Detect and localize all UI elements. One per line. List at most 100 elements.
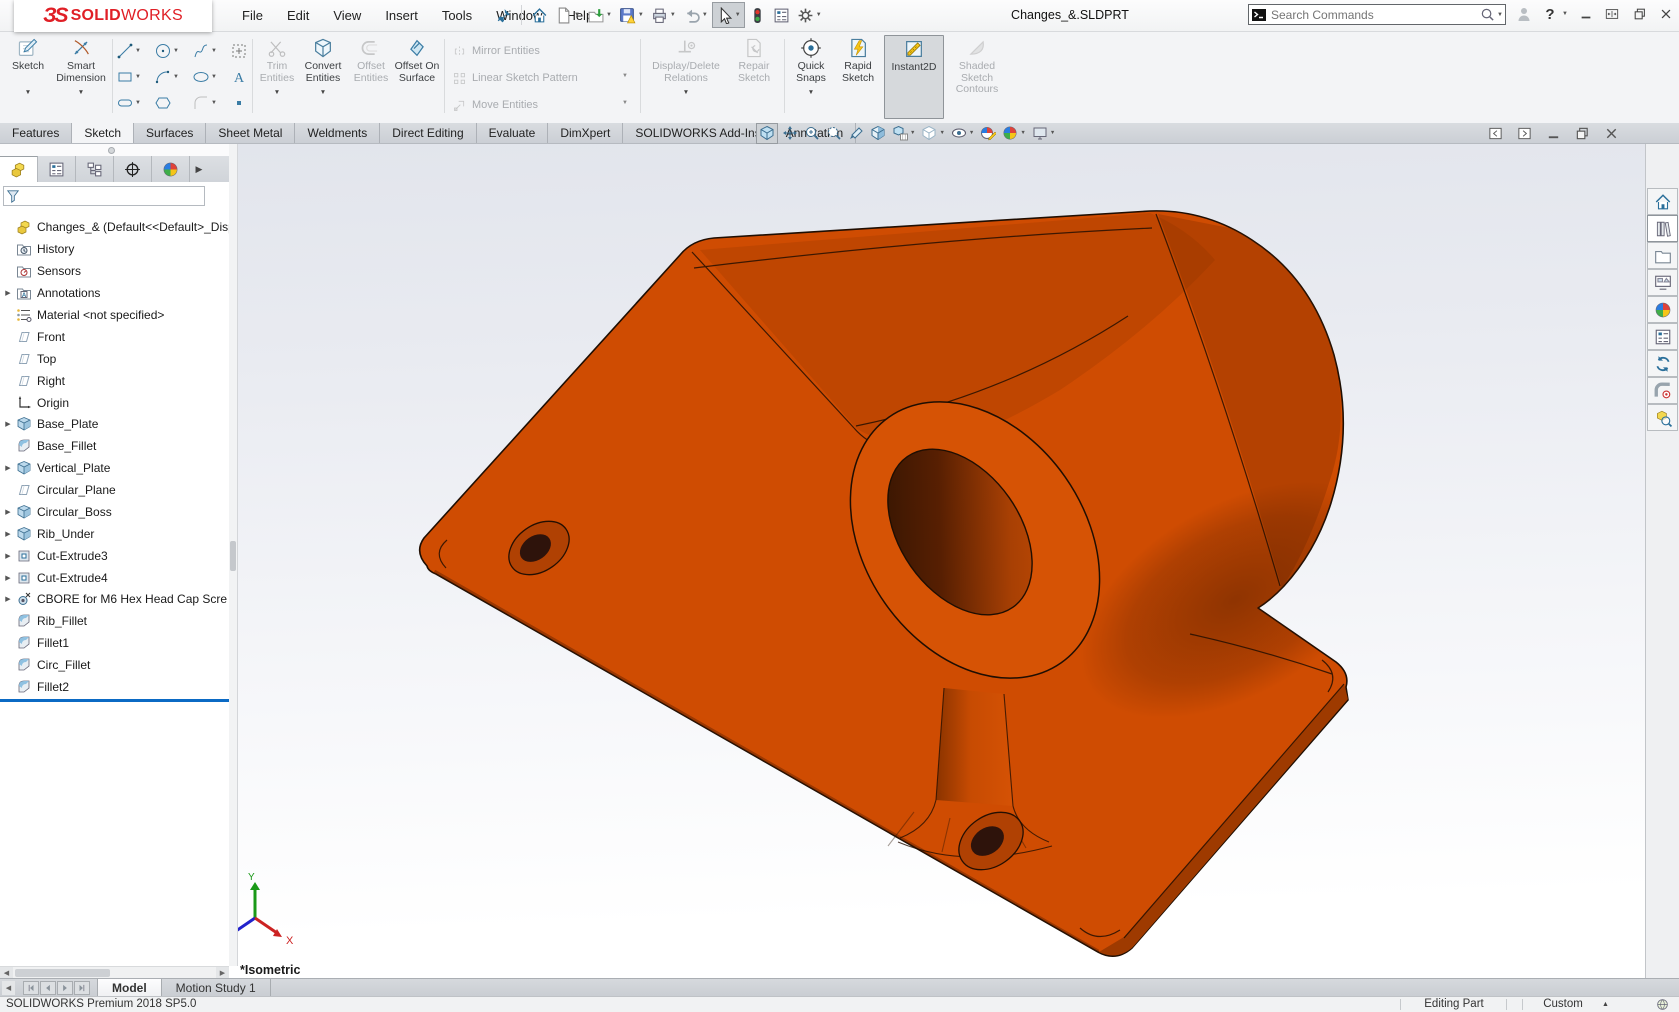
task-pane-appearances-button[interactable] — [1647, 296, 1678, 323]
polygon-tool-button[interactable] — [154, 91, 172, 115]
slot-tool-button[interactable]: ▼ — [116, 91, 141, 115]
options-button[interactable]: ▼ — [794, 3, 825, 27]
chevron-down-icon[interactable]: ▼ — [735, 12, 741, 18]
chevron-down-icon[interactable]: ▼ — [790, 87, 832, 99]
menu-file[interactable]: File — [230, 8, 275, 23]
rebuild-button[interactable] — [746, 3, 769, 27]
tree-item-material[interactable]: Material <not specified> — [0, 304, 229, 326]
arc-tool-button[interactable]: ▼ — [154, 65, 179, 89]
tree-item-rib-under[interactable]: ▶Rib_Under — [0, 523, 229, 545]
span-displays-button[interactable] — [1602, 4, 1622, 24]
zoom-to-fit-button[interactable] — [780, 124, 800, 143]
pedestal[interactable] — [936, 688, 1013, 806]
tab-dimxpert[interactable]: DimXpert — [548, 123, 623, 143]
menu-insert[interactable]: Insert — [373, 8, 430, 23]
chevron-down-icon[interactable]: ▼ — [173, 48, 179, 54]
tree-item-circ-fillet[interactable]: Circ_Fillet — [0, 654, 229, 676]
new-document-button[interactable]: ▼ — [552, 3, 583, 27]
spline-tool-button[interactable]: ▼ — [192, 39, 217, 63]
chevron-down-icon[interactable]: ▼ — [1020, 130, 1025, 136]
undo-button[interactable]: ▼ — [680, 3, 711, 27]
tree-item-top-plane[interactable]: Top — [0, 348, 229, 370]
task-pane-forum-button[interactable] — [1647, 350, 1678, 377]
view-settings-button[interactable]: ▼ — [1030, 124, 1057, 143]
tree-filter-input[interactable] — [3, 186, 205, 206]
chevron-down-icon[interactable]: ▼ — [211, 74, 217, 80]
tab-evaluate[interactable]: Evaluate — [477, 123, 549, 143]
tree-item-annotations[interactable]: ▶Annotations — [0, 282, 229, 304]
search-input[interactable] — [1267, 8, 1480, 22]
chevron-down-icon[interactable]: ▼ — [135, 74, 141, 80]
tree-item-base-plate[interactable]: ▶Base_Plate — [0, 413, 229, 435]
expand-arrow-icon[interactable]: ▶ — [0, 289, 16, 297]
select-tool-button[interactable]: ▼ — [712, 2, 745, 28]
model-tab[interactable]: Model — [97, 979, 162, 997]
chevron-down-icon[interactable]: ▼ — [670, 12, 676, 18]
tree-item-vertical-plate[interactable]: ▶Vertical_Plate — [0, 457, 229, 479]
circle-tool-button[interactable]: ▼ — [154, 39, 179, 63]
chevron-down-icon[interactable]: ▼ — [638, 12, 644, 18]
task-pane-resources-button[interactable] — [1647, 188, 1678, 215]
offset-entities-button[interactable]: Offset Entities — [350, 35, 392, 85]
task-pane-file-explorer-button[interactable] — [1647, 242, 1678, 269]
chevron-down-icon[interactable]: ▼ — [648, 87, 724, 99]
file-properties-button[interactable] — [770, 3, 793, 27]
rectangle-tool-button[interactable]: ▼ — [116, 65, 141, 89]
repair-sketch-button[interactable]: Repair Sketch — [730, 35, 778, 85]
task-pane-electrical-button[interactable] — [1647, 377, 1678, 404]
tree-item-origin[interactable]: Origin — [0, 392, 229, 414]
chevron-down-icon[interactable]: ▼ — [622, 100, 628, 106]
chevron-down-icon[interactable]: ▼ — [211, 100, 217, 106]
chevron-down-icon[interactable]: ▼ — [300, 87, 346, 99]
help-button[interactable]: ? — [1542, 4, 1558, 24]
rollback-bar[interactable] — [0, 699, 229, 702]
tab-scroll-left-icon[interactable]: ◀ — [2, 981, 15, 995]
view-selector-button[interactable] — [756, 123, 778, 144]
edit-appearance-button[interactable] — [978, 124, 998, 143]
featuremanager-tab[interactable] — [0, 156, 38, 182]
minimize-button[interactable] — [1576, 4, 1596, 24]
tree-item-circular-plane[interactable]: Circular_Plane — [0, 479, 229, 501]
chevron-down-icon[interactable]: ▼ — [6, 87, 50, 99]
tree-item-rib-fillet[interactable]: Rib_Fillet — [0, 610, 229, 632]
rapid-sketch-button[interactable]: Rapid Sketch — [836, 35, 880, 85]
task-pane-custom-properties-button[interactable] — [1647, 323, 1678, 350]
tab-sheet-metal[interactable]: Sheet Metal — [206, 123, 295, 143]
tree-item-fillet1[interactable]: Fillet1 — [0, 632, 229, 654]
tree-item-base-fillet[interactable]: Base_Fillet — [0, 435, 229, 457]
apply-scene-button[interactable]: ▼ — [1000, 124, 1027, 143]
chevron-down-icon[interactable]: ▼ — [574, 12, 580, 18]
view-orientation-button[interactable]: ▼ — [890, 124, 917, 143]
restore-document-icon[interactable] — [1575, 126, 1590, 141]
close-document-icon[interactable] — [1604, 126, 1619, 141]
dynamic-annotation-views-button[interactable] — [868, 124, 888, 143]
globe-icon[interactable] — [1656, 998, 1669, 1011]
line-tool-button[interactable]: ▼ — [116, 39, 141, 63]
offset-on-surface-button[interactable]: Offset On Surface — [394, 35, 440, 85]
tree-item-circular-boss[interactable]: ▶Circular_Boss — [0, 501, 229, 523]
motion-study-tab[interactable]: Motion Study 1 — [162, 979, 271, 997]
menu-edit[interactable]: Edit — [275, 8, 321, 23]
hide-show-items-button[interactable]: ▼ — [949, 124, 976, 143]
chevron-down-icon[interactable]: ▼ — [816, 12, 822, 18]
propertymanager-tab[interactable] — [38, 156, 76, 182]
tree-item-fillet2[interactable]: Fillet2 — [0, 676, 229, 698]
chevron-down-icon[interactable]: ▼ — [910, 130, 915, 136]
more-tabs-chevron[interactable]: ▶ — [190, 156, 208, 182]
tab-solidworks-add-ins[interactable]: SOLIDWORKS Add-Ins — [623, 123, 773, 143]
chevron-down-icon[interactable]: ▼ — [702, 12, 708, 18]
tree-item-history[interactable]: History — [0, 238, 229, 260]
convert-entities-button[interactable]: Convert Entities ▼ — [300, 35, 346, 99]
chevron-down-icon[interactable]: ▼ — [969, 130, 974, 136]
expand-arrow-icon[interactable]: ▶ — [0, 508, 16, 516]
tab-features[interactable]: Features — [0, 123, 72, 143]
tree-item-sensors[interactable]: Sensors — [0, 260, 229, 282]
part-3d-view[interactable]: Y Z X *Isometric — [237, 143, 1645, 978]
expand-arrow-icon[interactable]: ▶ — [0, 552, 16, 560]
chevron-down-icon[interactable]: ▼ — [135, 100, 141, 106]
chevron-down-icon[interactable]: ▼ — [622, 73, 628, 79]
save-button[interactable]: ▼ — [616, 3, 647, 27]
login-button[interactable] — [1514, 4, 1534, 24]
search-commands-box[interactable]: ▼ — [1248, 4, 1506, 25]
configurationmanager-tab[interactable] — [76, 156, 114, 182]
